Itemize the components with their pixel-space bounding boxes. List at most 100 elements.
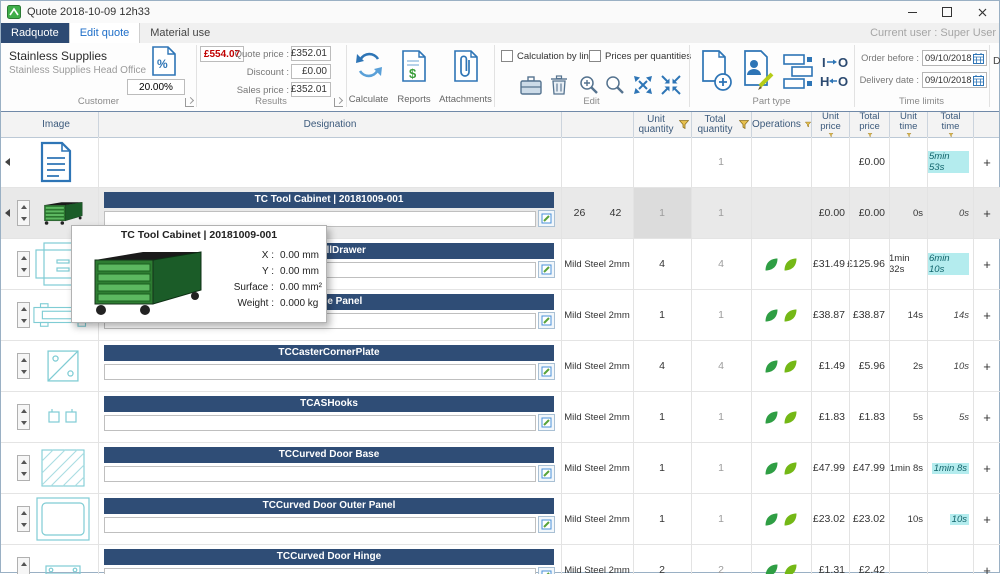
customer-dialog-launcher[interactable] [185,98,194,107]
header-total-quantity[interactable]: Total quantity [691,112,751,137]
add-row-button[interactable]: + [973,239,1000,289]
prices-per-quantities-checkbox[interactable]: Prices per quantities [589,50,691,62]
unit-quantity-cell[interactable]: 4 [633,341,691,391]
briefcase-button[interactable] [519,73,543,97]
tab-edit-quote[interactable]: Edit quote [69,23,141,43]
material-cell[interactable]: Mild Steel 2mm [561,443,633,493]
part-banner[interactable]: TCCurved Door Outer Panel [104,498,554,514]
part-banner[interactable]: TC Tool Cabinet | 20181009-001 [104,192,554,208]
edit-designation-button[interactable] [538,414,555,431]
delivery-date-input[interactable]: 09/10/2018 [922,72,987,88]
operations-cell[interactable] [751,239,811,289]
quantity-stepper[interactable] [17,302,30,328]
header-unit-price[interactable]: Unit price [811,112,849,137]
quantity-stepper[interactable] [17,353,30,379]
designation-input[interactable] [104,364,536,380]
material-cell[interactable]: Mild Steel 2mm [561,494,633,544]
quantity-stepper[interactable] [17,200,30,226]
part-thumbnail[interactable] [45,561,81,574]
part-banner[interactable]: TCCurved Door Hinge [104,549,554,565]
add-row-button[interactable]: + [973,443,1000,493]
unit-quantity-cell[interactable]: 1 [633,392,691,442]
attachments-button[interactable]: Attachments [438,47,493,107]
edit-designation-button[interactable] [538,312,555,329]
header-total-price[interactable]: Total price [849,112,889,137]
quantity-stepper[interactable] [17,455,30,481]
zoom-in-button[interactable] [577,73,601,97]
quantity-stepper[interactable] [17,404,30,430]
add-row-button[interactable]: + [973,188,1000,238]
unit-quantity-cell[interactable]: 1 [633,290,691,340]
header-unit-quantity[interactable]: Unit quantity [633,112,691,137]
material-cell[interactable]: Mild Steel 2mm [561,545,633,574]
header-unit-time[interactable]: Unit time [889,112,927,137]
customer-name[interactable]: Stainless Supplies [9,49,107,63]
calculation-by-line-checkbox[interactable]: Calculation by line [501,50,594,62]
designation-input[interactable] [104,517,536,533]
header-image[interactable]: Image [14,112,98,137]
quantity-stepper[interactable] [17,506,30,532]
operations-cell[interactable] [751,392,811,442]
edit-designation-button[interactable] [538,261,555,278]
add-row-button[interactable]: + [973,341,1000,391]
quote-price-value[interactable]: £352.01 [291,46,331,61]
operations-cell[interactable] [751,443,811,493]
edit-designation-button[interactable] [538,363,555,380]
part-thumbnail[interactable] [47,350,79,382]
material-cell[interactable]: Mild Steel 2mm [561,392,633,442]
order-before-date-input[interactable]: 09/10/2018 [922,50,987,66]
table-row-part[interactable]: TCCurved Door Hinge Mild Steel 2mm 2 2 £… [1,545,1000,574]
unit-quantity-cell[interactable]: 4 [633,239,691,289]
part-thumbnail[interactable] [47,408,79,426]
add-part-button[interactable] [697,48,735,94]
collapse-all-button[interactable] [659,73,683,97]
assembly-part-button[interactable] [781,48,819,94]
designation-input[interactable] [104,466,536,482]
tab-radquote[interactable]: Radquote [1,23,69,43]
results-dialog-launcher[interactable] [334,98,343,107]
sales-price-value[interactable]: £352.01 [291,82,331,97]
header-total-time[interactable]: Total time [927,112,973,137]
material-cell[interactable]: Mild Steel 2mm [561,239,633,289]
discount-value[interactable]: £0.00 [291,64,331,79]
edit-designation-button[interactable] [538,516,555,533]
filter-icon[interactable] [739,120,749,129]
zoom-button[interactable] [603,73,627,97]
minimize-button[interactable] [895,1,929,23]
add-row-button[interactable]: + [973,290,1000,340]
unit-quantity-cell[interactable]: 1 [633,494,691,544]
add-row-button[interactable]: + [973,392,1000,442]
header-operations[interactable]: Operations [751,112,811,137]
delete-button[interactable] [547,73,571,97]
table-row-part[interactable]: TCASHooks Mild Steel 2mm 1 1 £1.83 £1.83… [1,392,1000,443]
operations-cell[interactable] [751,290,811,340]
unit-quantity-cell[interactable]: 1 [633,443,691,493]
material-cell[interactable]: Mild Steel 2mm [561,341,633,391]
expand-toggle[interactable] [1,188,14,238]
expand-toggle[interactable] [1,137,14,187]
calculate-button[interactable]: Calculate [346,47,391,107]
operations-cell[interactable] [751,341,811,391]
quantity-stepper[interactable] [17,557,30,574]
add-row-button[interactable]: + [973,545,1000,574]
maximize-button[interactable] [930,1,964,23]
material-cell[interactable]: Mild Steel 2mm [561,290,633,340]
part-banner[interactable]: TCASHooks [104,396,554,412]
tab-material-use[interactable]: Material use [140,23,220,43]
edit-designation-button[interactable] [538,210,555,227]
close-button[interactable] [965,1,999,23]
add-row-button[interactable]: + [973,137,1000,187]
table-row-part[interactable]: TCCurved Door Base Mild Steel 2mm 1 1 £4… [1,443,1000,494]
filter-icon[interactable] [679,120,689,129]
header-designation[interactable]: Designation [98,112,561,137]
unit-quantity-cell[interactable]: 2 [633,545,691,574]
part-banner[interactable]: TCCasterCornerPlate [104,345,554,361]
part-thumbnail[interactable] [36,497,90,541]
designation-input[interactable] [104,568,536,574]
table-row-part[interactable]: TCCasterCornerPlate Mild Steel 2mm 4 4 £… [1,341,1000,392]
operations-cell[interactable] [751,545,811,574]
reports-button[interactable]: $ Reports [392,47,436,107]
quantity-stepper[interactable] [17,251,30,277]
expand-all-button[interactable] [631,73,655,97]
edit-designation-button[interactable] [538,465,555,482]
